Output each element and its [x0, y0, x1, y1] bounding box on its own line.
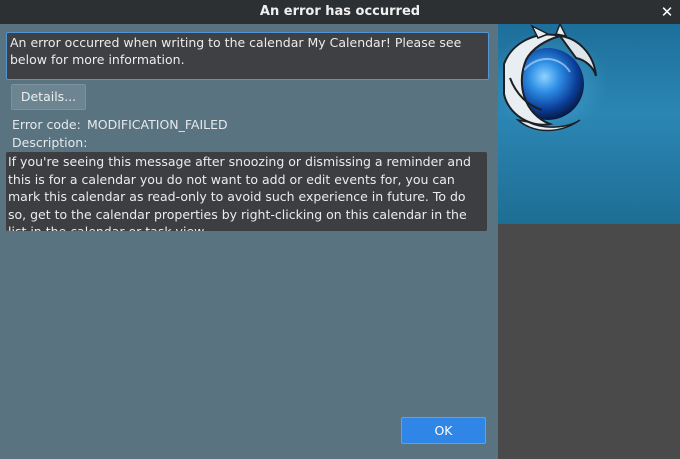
error-code-label: Error code: [12, 117, 81, 132]
side-banner [498, 24, 680, 224]
window-title: An error has occurred [259, 4, 421, 19]
title-bar: An error has occurred ✕ [0, 0, 680, 24]
error-summary-field[interactable]: An error occurred when writing to the ca… [6, 32, 489, 80]
error-code-value: MODIFICATION_FAILED [87, 117, 228, 132]
error-dialog-window: An error has occurred ✕ An error occurre… [0, 0, 680, 459]
side-panel [498, 24, 680, 459]
details-button[interactable]: Details... [11, 84, 86, 110]
dialog-content: An error occurred when writing to the ca… [0, 24, 498, 459]
close-button[interactable]: ✕ [660, 0, 674, 24]
fox-globe-logo-icon [498, 24, 608, 134]
description-label: Description: [12, 135, 88, 150]
close-icon: ✕ [660, 3, 674, 21]
ok-button[interactable]: OK [401, 417, 486, 444]
description-text-field[interactable]: If you're seeing this message after snoo… [6, 152, 487, 231]
